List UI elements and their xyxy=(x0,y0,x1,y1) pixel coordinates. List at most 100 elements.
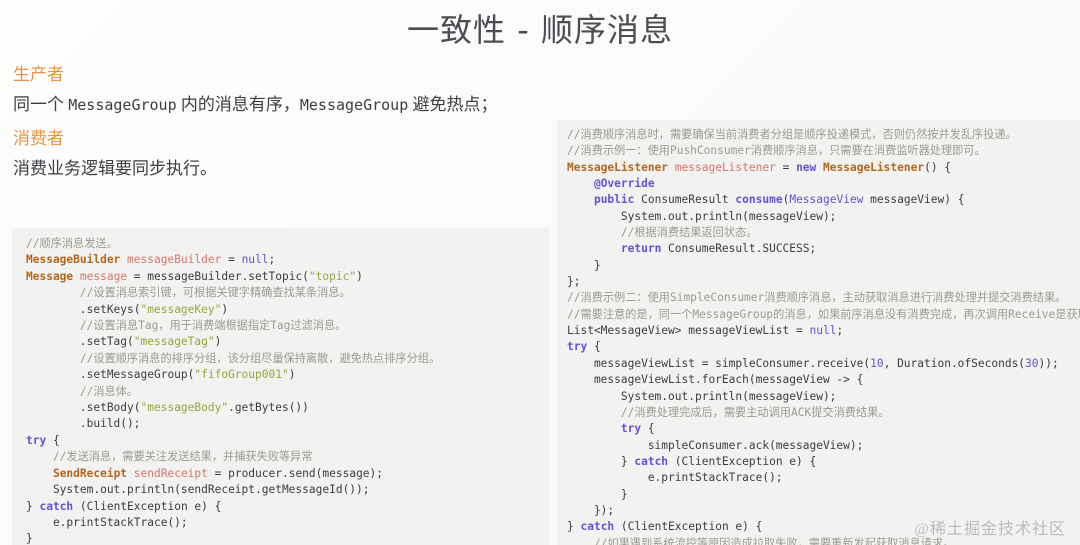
code-token: messageViewList = simpleConsumer.receive… xyxy=(567,356,871,370)
code-line: .setMessageGroup("fifoGroup001") xyxy=(26,367,550,383)
code-token: messageView) { xyxy=(863,193,965,207)
code-line: .setKeys("messageKey") xyxy=(26,302,550,318)
consumer-code-block: //消费顺序消息时，需要确保当前消费者分组是顺序投递模式，否则仍然按并发乱序投递… xyxy=(557,120,1080,545)
code-line: try { xyxy=(26,433,550,449)
code-token: ) xyxy=(356,269,363,283)
code-token: .setBody( xyxy=(26,401,141,415)
code-line: } catch (ClientException e) { xyxy=(567,454,1080,470)
code-token: messageBuilder xyxy=(127,253,222,267)
code-line: //发送消息，需要关注发送结果，并捕获失败等异常 xyxy=(26,449,550,465)
code-line: MessageBuilder messageBuilder = null; xyxy=(26,252,550,268)
code-token: SendReceipt xyxy=(52,466,128,480)
code-token: ) xyxy=(288,368,296,382)
code-token: //如果遇到系统流控等原因造成拉取失败，需要重新发起获取消息请求。 xyxy=(593,536,955,545)
code-line: } xyxy=(26,531,550,545)
code-token: System.out.println(messageView); xyxy=(567,389,837,403)
code-token: e.printStackTrace(); xyxy=(26,515,188,529)
code-token: (ClientException e) { xyxy=(668,454,817,468)
code-token: = messageBuilder.setTopic( xyxy=(127,269,309,283)
code-line: //设置消息索引键，可根据关键字精确查找某条消息。 xyxy=(26,285,550,301)
producer-text-prefix: 同一个 xyxy=(13,95,69,114)
code-token: = xyxy=(221,253,242,267)
code-token: messageListener xyxy=(674,160,776,174)
consumer-description: 消费业务逻辑要同步执行。 xyxy=(13,159,217,178)
code-token: //发送消息，需要关注发送结果，并捕获失败等异常 xyxy=(52,450,313,464)
code-token: System.out.println(messageView); xyxy=(567,209,837,223)
code-token: //消费示例二：使用SimpleConsumer消费顺序消息，主动获取消息进行消… xyxy=(567,291,1067,305)
code-token: new xyxy=(796,160,817,174)
code-token: , Duration.ofSeconds( xyxy=(883,356,1026,370)
code-line: e.printStackTrace(); xyxy=(26,515,550,531)
code-line: //消费示例二：使用SimpleConsumer消费顺序消息，主动获取消息进行消… xyxy=(567,290,1080,306)
code-token: //消费示例一：使用PushConsumer消费顺序消息，只需要在消费监听器处理… xyxy=(567,144,986,158)
producer-heading: 生产者 xyxy=(13,65,64,84)
code-token: } xyxy=(567,454,635,468)
code-token: "messageTag" xyxy=(133,335,215,349)
code-token: }; xyxy=(567,275,581,289)
code-token: "messageKey" xyxy=(140,302,222,316)
code-token: null xyxy=(809,324,837,338)
code-line: messageViewList = simpleConsumer.receive… xyxy=(567,356,1080,372)
code-token: //设置消息索引键，可根据关键字精确查找某条消息。 xyxy=(79,286,351,300)
code-line: //顺序消息发送。 xyxy=(26,236,550,252)
code-line: messageViewList.forEach(messageView -> { xyxy=(567,372,1080,388)
producer-term-2: MessageGroup xyxy=(299,96,409,114)
page-title: 一致性 - 顺序消息 xyxy=(407,11,673,49)
code-token: ; xyxy=(268,253,276,267)
code-token: 30 xyxy=(1025,356,1039,370)
code-token: e.printStackTrace(); xyxy=(567,471,783,485)
code-token: //消息体。 xyxy=(79,384,139,398)
code-token: "messageBody" xyxy=(140,401,229,415)
code-token: //消费顺序消息时，需要确保当前消费者分组是顺序投递模式，否则仍然按并发乱序投递… xyxy=(567,128,1017,141)
code-token: .setMessageGroup( xyxy=(26,368,195,382)
code-token: message xyxy=(79,269,128,283)
code-line: } xyxy=(567,258,1080,274)
code-token: "fifoGroup001" xyxy=(194,368,289,382)
code-line: .build(); xyxy=(26,416,550,432)
code-token: catch xyxy=(580,520,615,534)
producer-text-mid: 内的消息有序， xyxy=(176,95,300,114)
prose-panel: 生产者 同一个 MessageGroup 内的消息有序，MessageGroup… xyxy=(13,62,533,190)
code-token: } xyxy=(26,499,40,513)
code-line: //消息体。 xyxy=(26,384,550,400)
code-token: } xyxy=(567,487,628,501)
code-line: @Override xyxy=(567,176,1080,192)
code-line: e.printStackTrace(); xyxy=(567,470,1080,486)
code-line: //根据消费结果返回状态。 xyxy=(567,225,1080,241)
code-token: //需要注意的是，同一个MessageGroup的消息，如果前序消息没有消费完成… xyxy=(567,307,1080,321)
code-token: //设置顺序消息的排序分组，该分组尽量保持离散，避免热点排序分组。 xyxy=(79,351,441,365)
producer-description: 同一个 MessageGroup 内的消息有序，MessageGroup 避免热… xyxy=(13,90,533,120)
code-token: ConsumeResult.SUCCESS; xyxy=(661,242,817,256)
code-token: public xyxy=(593,193,635,207)
code-line: MessageListener messageListener = new Me… xyxy=(567,160,1080,176)
code-token: ) xyxy=(214,335,222,349)
code-token: MessageBuilder xyxy=(26,253,121,267)
code-token: ConsumeResult xyxy=(634,193,736,207)
code-token: .setKeys( xyxy=(26,302,141,316)
code-token: try xyxy=(26,433,47,447)
code-line: try { xyxy=(567,421,1080,437)
code-token: @Override xyxy=(593,177,655,191)
code-token: { xyxy=(46,433,60,447)
producer-term-1: MessageGroup xyxy=(68,96,177,114)
consumer-heading: 消费者 xyxy=(13,129,64,148)
code-token: { xyxy=(587,340,601,354)
code-token: (ClientException e) { xyxy=(73,499,222,513)
code-line: try { xyxy=(567,339,1080,355)
consumer-code-text: //消费顺序消息时，需要确保当前消费者分组是顺序投递模式，否则仍然按并发乱序投递… xyxy=(567,127,1080,545)
code-line: //消费处理完成后，需要主动调用ACK提交消费结果。 xyxy=(567,405,1080,421)
code-token: MessageListener xyxy=(823,160,925,174)
producer-code-block: //顺序消息发送。 MessageBuilder messageBuilder =… xyxy=(12,228,550,545)
code-token: = producer.send(message); xyxy=(207,466,384,480)
code-token: "topic" xyxy=(308,269,357,283)
code-line: SendReceipt sendReceipt = producer.send(… xyxy=(26,466,550,482)
